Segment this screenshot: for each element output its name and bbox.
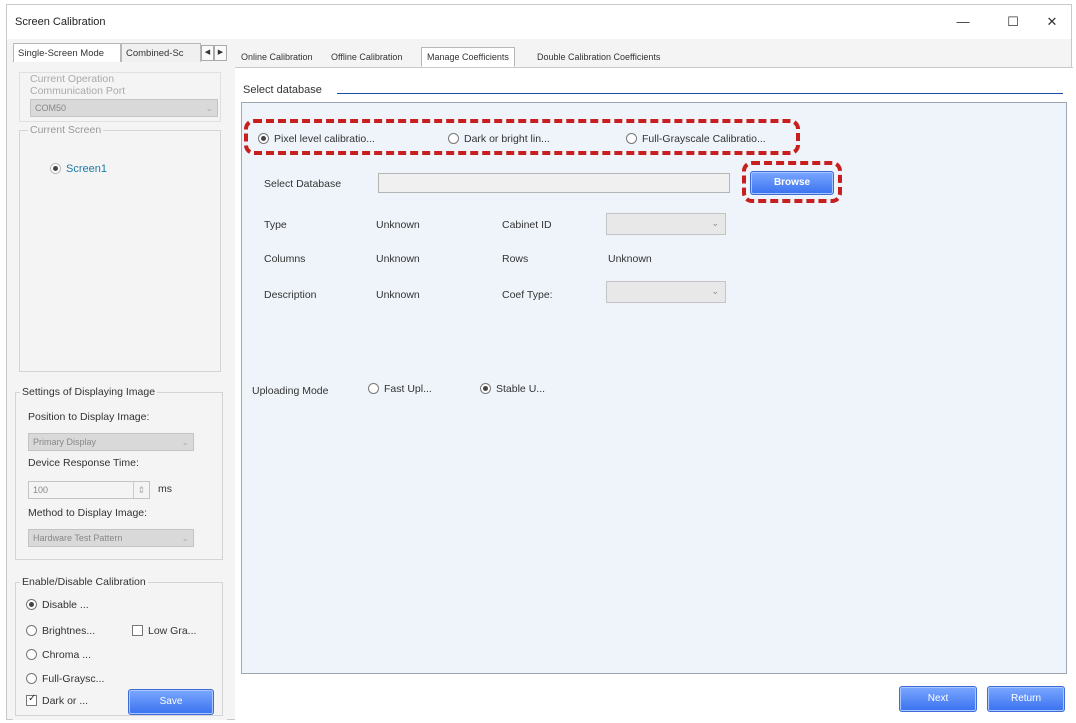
description-value: Unknown bbox=[376, 289, 420, 301]
columns-value: Unknown bbox=[376, 253, 420, 265]
chevron-down-icon: ⌄ bbox=[205, 103, 213, 113]
position-combo: Primary Display ⌄ bbox=[28, 433, 194, 451]
rows-label: Rows bbox=[502, 253, 529, 265]
option-chroma[interactable]: Chroma ... bbox=[26, 649, 91, 661]
next-button[interactable]: Next bbox=[899, 686, 977, 712]
radio-icon bbox=[480, 383, 491, 394]
tab-single-screen-mode[interactable]: Single-Screen Mode bbox=[13, 43, 121, 63]
upload-fast-label: Fast Upl... bbox=[384, 383, 432, 395]
tab-online-calibration[interactable]: Online Calibration bbox=[235, 47, 319, 67]
save-button[interactable]: Save bbox=[128, 689, 214, 715]
checkbox-icon bbox=[132, 625, 143, 636]
method-value: Hardware Test Pattern bbox=[33, 533, 123, 543]
enable-calibration-group: Enable/Disable Calibration Disable ... B… bbox=[15, 576, 223, 716]
screen-item[interactable]: Screen1 bbox=[50, 163, 107, 175]
tab-scroll-right-icon[interactable]: ▶ bbox=[214, 45, 227, 61]
display-settings-group: Settings of Displaying Image Position to… bbox=[15, 386, 223, 560]
coef-type-label: Coef Type: bbox=[502, 289, 553, 301]
response-time-value: 100 bbox=[33, 485, 49, 495]
option-full-grayscale[interactable]: Full-Graysc... bbox=[26, 673, 104, 685]
maximize-button[interactable]: ☐ bbox=[998, 11, 1028, 33]
description-label: Description bbox=[264, 289, 317, 301]
option-brightness-label: Brightnes... bbox=[42, 625, 96, 637]
tab-double-calibration-coefficients[interactable]: Double Calibration Coefficients bbox=[531, 47, 666, 67]
communication-port-label: Communication Port bbox=[30, 85, 126, 97]
title-divider bbox=[337, 93, 1063, 94]
type-value: Unknown bbox=[376, 219, 420, 231]
upload-fast-option[interactable]: Fast Upl... bbox=[368, 383, 432, 395]
database-panel: Pixel level calibratio... Dark or bright… bbox=[241, 102, 1067, 674]
current-screen-title: Current Screen bbox=[28, 124, 104, 136]
chevron-down-icon: ⌄ bbox=[711, 286, 719, 296]
spinner-arrows-icon: ⇕ bbox=[133, 482, 145, 498]
tab-combined-screen[interactable]: Combined-Sc bbox=[121, 43, 201, 63]
columns-label: Columns bbox=[264, 253, 306, 265]
uploading-mode-label: Uploading Mode bbox=[252, 385, 329, 397]
upload-stable-label: Stable U... bbox=[496, 383, 546, 395]
cabinet-id-combo[interactable]: ⌄ bbox=[606, 213, 726, 235]
position-label: Position to Display Image: bbox=[28, 411, 150, 423]
communication-port-value: COM50 bbox=[35, 103, 67, 113]
option-brightness[interactable]: Brightnes... bbox=[26, 625, 95, 637]
upload-stable-option[interactable]: Stable U... bbox=[480, 383, 545, 395]
option-chroma-label: Chroma ... bbox=[42, 649, 92, 661]
communication-port-combo: COM50 ⌄ bbox=[30, 99, 218, 117]
database-path-field[interactable] bbox=[378, 173, 730, 193]
coef-type-combo[interactable]: ⌄ bbox=[606, 281, 726, 303]
select-database-title: Select database bbox=[243, 84, 322, 96]
return-button[interactable]: Return bbox=[987, 686, 1065, 712]
tab-offline-calibration[interactable]: Offline Calibration bbox=[325, 47, 408, 67]
highlight-radio-group bbox=[244, 119, 800, 155]
radio-icon bbox=[26, 625, 37, 636]
left-panel: Current Operation Communication Port COM… bbox=[13, 62, 227, 720]
radio-icon bbox=[26, 673, 37, 684]
option-dark-or[interactable]: Dark or ... bbox=[26, 693, 89, 707]
title-bar: Screen Calibration — ☐ ✕ bbox=[7, 5, 1071, 39]
manage-coefficients-panel: Select database Pixel level calibratio..… bbox=[235, 67, 1073, 721]
screen-calibration-window: Screen Calibration — ☐ ✕ Single-Screen M… bbox=[6, 4, 1073, 721]
option-low-gray[interactable]: Low Gra... bbox=[132, 625, 196, 637]
chevron-down-icon: ⌄ bbox=[181, 533, 189, 543]
chevron-down-icon: ⌄ bbox=[181, 437, 189, 447]
window-title: Screen Calibration bbox=[15, 16, 106, 28]
radio-icon bbox=[368, 383, 379, 394]
close-button[interactable]: ✕ bbox=[1037, 11, 1067, 33]
minimize-button[interactable]: — bbox=[948, 11, 978, 33]
option-disable[interactable]: Disable ... bbox=[26, 599, 89, 611]
option-disable-label: Disable ... bbox=[42, 599, 89, 611]
checkbox-checked-icon bbox=[26, 693, 37, 706]
option-full-grayscale-label: Full-Graysc... bbox=[42, 673, 105, 685]
type-label: Type bbox=[264, 219, 287, 231]
radio-icon bbox=[26, 599, 37, 610]
response-time-spinner: 100 ⇕ bbox=[28, 481, 150, 499]
position-value: Primary Display bbox=[33, 437, 97, 447]
current-screen-group: Current Screen Screen1 bbox=[19, 124, 221, 372]
select-database-label: Select Database bbox=[264, 178, 342, 190]
screen-item-radio-icon bbox=[50, 163, 61, 174]
current-operation-label: Current Operation bbox=[30, 73, 115, 85]
current-operation-group: Current Operation Communication Port COM… bbox=[19, 72, 221, 122]
cabinet-id-label: Cabinet ID bbox=[502, 219, 552, 231]
response-time-unit: ms bbox=[158, 483, 172, 495]
display-settings-title: Settings of Displaying Image bbox=[20, 386, 158, 398]
tab-scroll-arrows: ◀ ▶ bbox=[201, 45, 227, 61]
rows-value: Unknown bbox=[608, 253, 652, 265]
option-low-gray-label: Low Gra... bbox=[148, 625, 197, 637]
enable-calibration-title: Enable/Disable Calibration bbox=[20, 576, 148, 588]
tab-manage-coefficients[interactable]: Manage Coefficients bbox=[421, 47, 515, 67]
screen-item-label: Screen1 bbox=[66, 163, 107, 175]
method-combo: Hardware Test Pattern ⌄ bbox=[28, 529, 194, 547]
left-tab-strip: Single-Screen Mode Combined-Sc ◀ ▶ bbox=[13, 43, 227, 63]
chevron-down-icon: ⌄ bbox=[711, 218, 719, 228]
highlight-browse bbox=[742, 161, 842, 203]
method-label: Method to Display Image: bbox=[28, 507, 148, 519]
response-time-label: Device Response Time: bbox=[28, 457, 139, 469]
option-dark-or-label: Dark or ... bbox=[42, 695, 89, 707]
radio-icon bbox=[26, 649, 37, 660]
tab-scroll-left-icon[interactable]: ◀ bbox=[201, 45, 214, 61]
